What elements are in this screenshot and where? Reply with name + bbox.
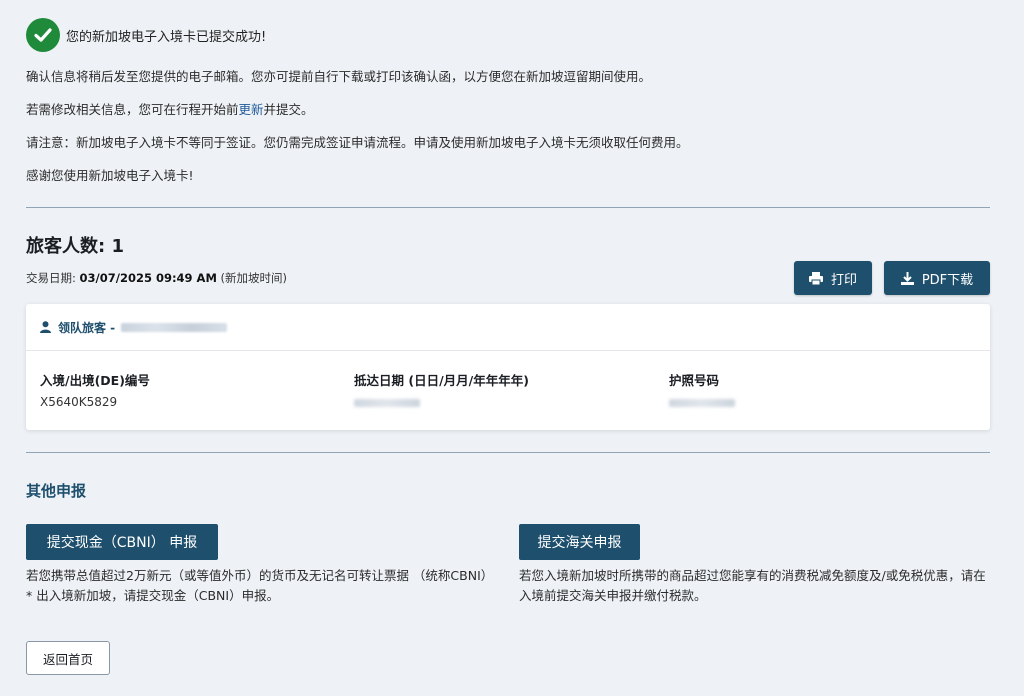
customs-declaration-button[interactable]: 提交海关申报 <box>519 524 640 560</box>
update-link[interactable]: 更新 <box>239 102 264 117</box>
success-banner: 您的新加坡电子入境卡已提交成功! <box>26 18 266 52</box>
de-number-field: 入境/出境(DE)编号 X5640K5829 <box>40 373 150 409</box>
cbni-declaration-button[interactable]: 提交现金（CBNI） 申报 <box>26 524 218 560</box>
visa-notice-text: 请注意：新加坡电子入境卡不等同于签证。您仍需完成签证申请流程。申请及使用新加坡电… <box>26 135 689 150</box>
divider <box>26 207 990 208</box>
update-info-text: 若需修改相关信息，您可在行程开始前更新并提交。 <box>26 102 314 117</box>
passport-number-field: 护照号码 <box>669 370 735 411</box>
traveler-count: 旅客人数: 1 <box>26 236 124 257</box>
other-declarations-title: 其他申报 <box>26 482 87 500</box>
redacted-name <box>121 322 228 332</box>
success-message: 您的新加坡电子入境卡已提交成功! <box>66 29 267 45</box>
email-info-text: 确认信息将稍后发至您提供的电子邮箱。您亦可提前自行下载或打印该确认函，以方便您在… <box>26 69 652 84</box>
check-circle-icon <box>26 18 60 52</box>
redacted-arrival-date <box>354 399 420 407</box>
lead-traveler-label: 领队旅客 - <box>58 320 116 335</box>
print-button[interactable]: 打印 <box>794 261 872 295</box>
back-home-button[interactable]: 返回首页 <box>26 641 110 675</box>
user-icon <box>40 321 51 333</box>
customs-description: 若您入境新加坡时所携带的商品超过您能享有的消费税减免额度及/或免税优惠，请在入境… <box>519 568 986 603</box>
traveler-card: 领队旅客 - 入境/出境(DE)编号 X5640K5829 抵达日期 (日日/月… <box>26 304 990 430</box>
lead-traveler-header: 领队旅客 - <box>26 304 990 351</box>
transaction-date: 交易日期: 03/07/2025 09:49 AM (新加坡时间) <box>26 271 288 285</box>
divider <box>26 452 990 453</box>
download-icon <box>900 271 914 285</box>
arrival-date-field: 抵达日期 (日日/月月/年年年年) <box>354 370 529 411</box>
printer-icon <box>808 271 823 285</box>
redacted-passport-number <box>669 399 735 407</box>
thanks-text: 感谢您使用新加坡电子入境卡! <box>26 168 194 183</box>
pdf-download-button[interactable]: PDF下载 <box>884 261 990 295</box>
cbni-description: 若您携带总值超过2万新元（或等值外币）的货币及无记名可转让票据 （统称CBNI）… <box>26 568 488 603</box>
